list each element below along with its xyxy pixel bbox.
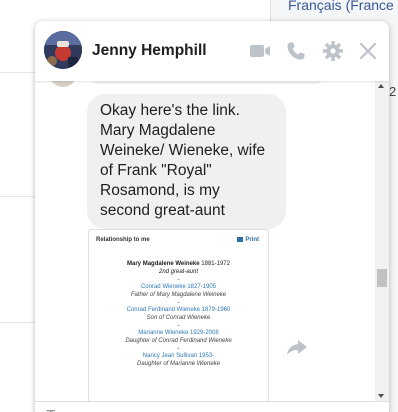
message-list[interactable]: Okay here's the link. Mary Magdalene Wei… xyxy=(35,81,375,401)
scroll-down-arrow-icon[interactable] xyxy=(378,394,384,398)
top-person: Mary Magdalene Weineke 1881-1972 xyxy=(89,260,268,268)
down-arrow-icon: ⌄ xyxy=(176,276,181,282)
scroll-thumb[interactable] xyxy=(377,269,387,287)
sender-avatar xyxy=(49,81,77,87)
generation-relation: Father of Mary Magdalene Weineke xyxy=(130,292,227,298)
generation-name[interactable]: Marianne Wieneke 1929-2008 xyxy=(89,329,268,337)
print-link[interactable]: Print xyxy=(237,237,259,243)
close-icon[interactable] xyxy=(356,39,380,63)
generation-name[interactable]: Conrad Ferdinand Wieneke 1879-1960 xyxy=(89,306,268,314)
chat-header: Jenny Hemphill xyxy=(35,21,389,81)
down-arrow-icon: ⌄ xyxy=(176,345,181,351)
phone-icon[interactable] xyxy=(284,39,308,63)
message-bubble[interactable]: Okay here's the link. Mary Magdalene Wei… xyxy=(87,94,286,229)
relationship-card[interactable]: Relationship to me Print Mary Magdalene … xyxy=(88,229,269,401)
top-person-name: Mary Magdalene Weineke xyxy=(127,261,200,267)
language-link[interactable]: Français (France xyxy=(288,0,394,13)
card-header: Relationship to me Print xyxy=(89,230,268,252)
generation-name[interactable]: Nancy Jean Sullivan 1953- xyxy=(89,352,268,360)
card-body: Mary Magdalene Weineke 1881-1972 2nd gre… xyxy=(89,252,268,368)
video-camera-icon[interactable] xyxy=(248,39,272,63)
previous-message-bubble xyxy=(87,81,327,84)
gear-icon[interactable] xyxy=(321,39,345,63)
generation-relation: Daughter of Conrad Ferdinand Wieneke xyxy=(125,338,232,344)
composer xyxy=(35,401,389,412)
contact-name[interactable]: Jenny Hemphill xyxy=(92,42,207,60)
share-arrow-icon[interactable] xyxy=(285,335,309,359)
message-input[interactable] xyxy=(46,408,346,412)
avatar[interactable] xyxy=(44,31,82,69)
card-title: Relationship to me xyxy=(96,237,150,243)
generation-name[interactable]: Conrad Wieneke 1827-1905 xyxy=(89,283,268,291)
down-arrow-icon: ⌄ xyxy=(176,322,181,328)
print-label: Print xyxy=(245,237,259,243)
print-icon xyxy=(237,237,244,242)
scrollbar[interactable] xyxy=(375,81,389,401)
top-person-relation: 2nd great-aunt xyxy=(158,269,199,275)
top-person-years: 1881-1972 xyxy=(201,261,230,267)
generation-relation: Son of Conrad Wieneke xyxy=(146,315,211,321)
chat-window: Jenny Hemphill Okay here's the link. Mar… xyxy=(35,21,389,412)
scroll-up-arrow-icon[interactable] xyxy=(378,84,384,88)
down-arrow-icon: ⌄ xyxy=(176,299,181,305)
generation-relation: Daughter of Marianne Wieneke xyxy=(137,361,220,367)
background-number: 2 xyxy=(389,84,397,99)
